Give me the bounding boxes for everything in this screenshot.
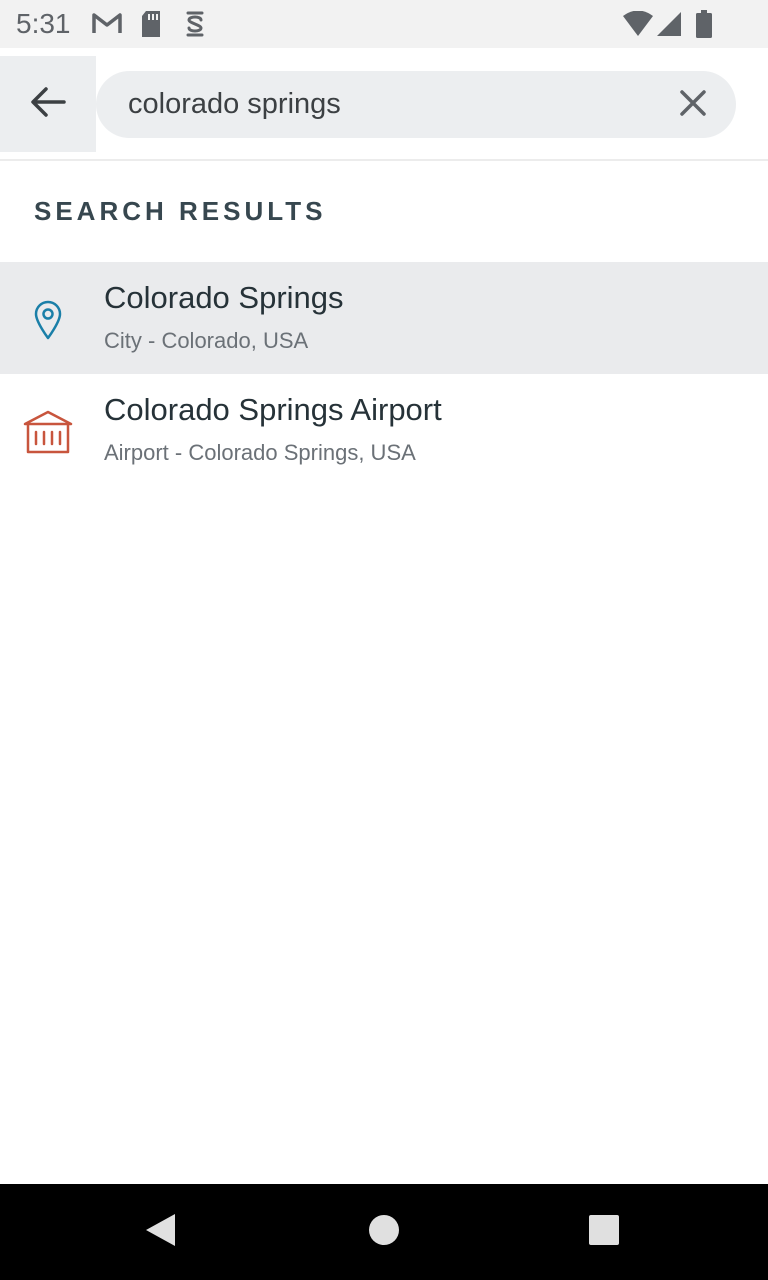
- search-result-airport[interactable]: Colorado Springs Airport Airport - Color…: [0, 374, 768, 486]
- result-subtitle: Airport - Colorado Springs, USA: [104, 440, 416, 465]
- sd-card-icon: [140, 10, 162, 38]
- app-screen: 5:31 colorado springs SEARCH RESULTS Col…: [0, 0, 768, 1280]
- airport-building-icon: [20, 404, 76, 460]
- status-time: 5:31: [16, 8, 71, 39]
- gmail-icon: [92, 11, 122, 35]
- search-result-city[interactable]: Colorado Springs City - Colorado, USA: [0, 262, 768, 374]
- search-query-text[interactable]: colorado springs: [128, 71, 341, 138]
- nav-back-button[interactable]: [128, 1200, 192, 1264]
- close-icon: [679, 89, 707, 122]
- home-nav-icon: [368, 1214, 400, 1251]
- back-nav-icon: [143, 1212, 177, 1253]
- back-button[interactable]: [0, 56, 96, 152]
- search-results-heading: SEARCH RESULTS: [34, 196, 327, 226]
- nav-home-button[interactable]: [352, 1200, 416, 1264]
- clear-search-button[interactable]: [668, 80, 718, 130]
- arrow-left-icon: [30, 86, 66, 123]
- cell-signal-icon: [656, 11, 682, 37]
- search-input[interactable]: colorado springs: [96, 71, 736, 138]
- result-title: Colorado Springs Airport: [104, 392, 442, 427]
- wifi-icon: [622, 11, 654, 37]
- nav-recents-button[interactable]: [572, 1200, 636, 1264]
- search-header: colorado springs: [0, 48, 768, 161]
- status-bar: 5:31: [0, 0, 768, 48]
- result-title: Colorado Springs: [104, 280, 344, 315]
- battery-icon: [696, 10, 712, 38]
- result-subtitle: City - Colorado, USA: [104, 328, 309, 353]
- location-pin-icon: [20, 292, 76, 348]
- system-nav-bar: [0, 1184, 768, 1280]
- sync-icon: [184, 10, 206, 38]
- recents-nav-icon: [588, 1214, 620, 1251]
